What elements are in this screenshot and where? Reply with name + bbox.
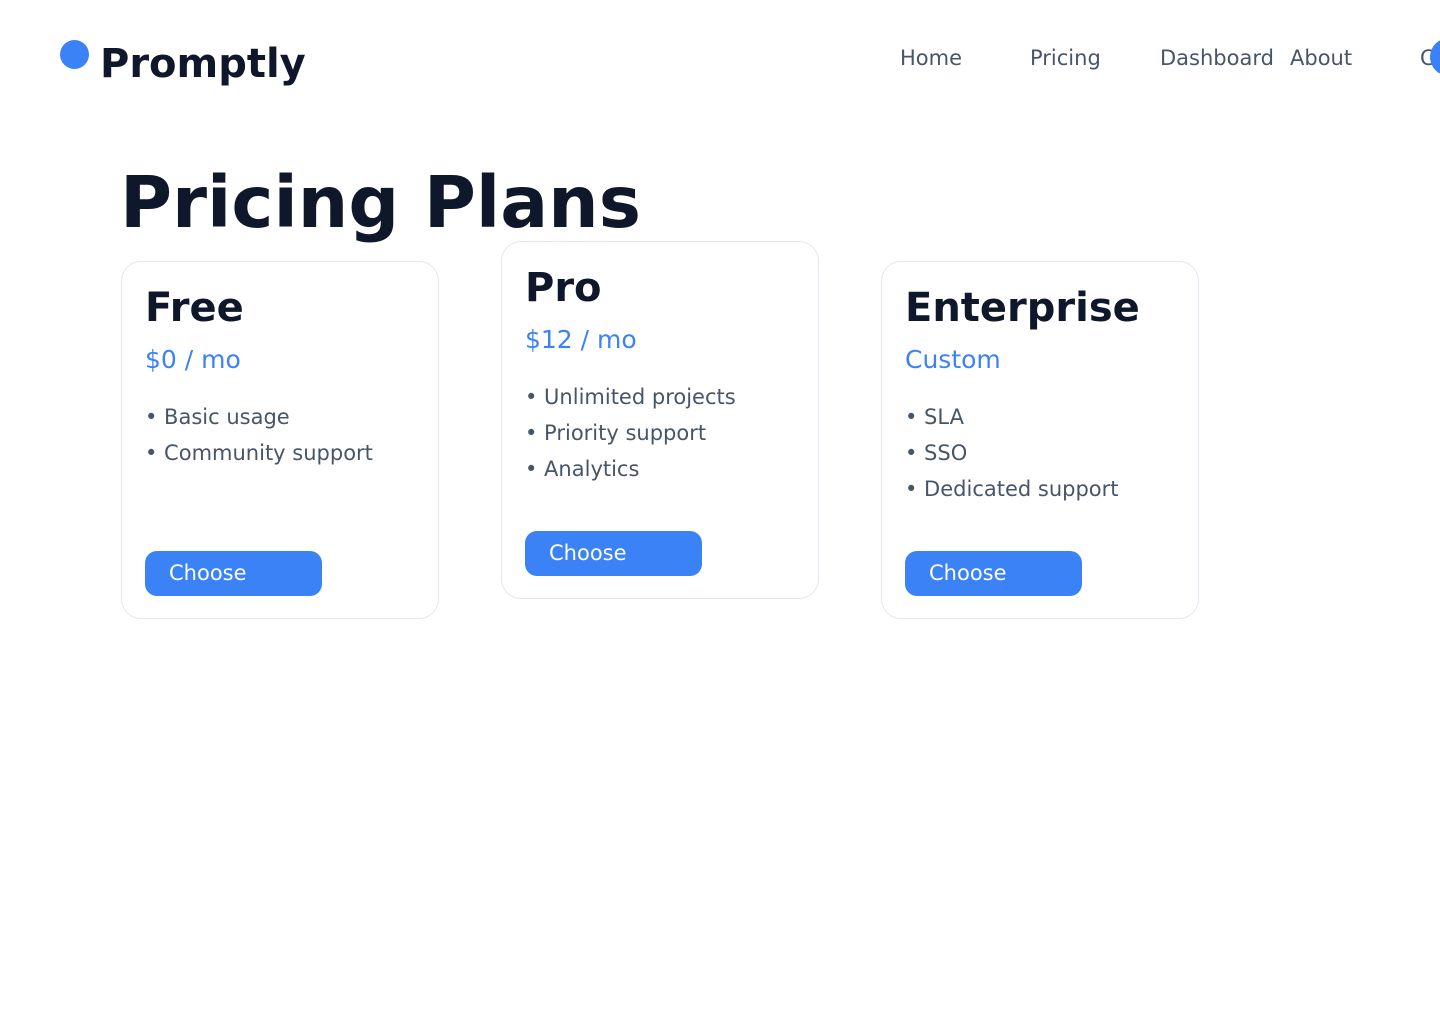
feature-item: • SSO — [905, 441, 968, 465]
plan-card-pro: Pro $12 / mo • Unlimited projects • Prio… — [501, 241, 819, 599]
nav-link-dashboard[interactable]: Dashboard — [1160, 44, 1274, 72]
plan-card-enterprise: Enterprise Custom • SLA • SSO • Dedicate… — [881, 261, 1199, 619]
feature-item: • SLA — [905, 405, 964, 429]
feature-item: • Dedicated support — [905, 477, 1119, 501]
plan-price: $12 / mo — [525, 325, 637, 354]
plan-card-free: Free $0 / mo • Basic usage • Community s… — [121, 261, 439, 619]
feature-list: • SLA • SSO • Dedicated support — [905, 399, 1119, 507]
feature-item: • Community support — [145, 441, 373, 465]
nav-link-home[interactable]: Home — [900, 44, 962, 72]
plan-price: $0 / mo — [145, 345, 241, 374]
choose-pro-button[interactable]: Choose — [525, 531, 702, 576]
plan-name: Enterprise — [905, 285, 1140, 331]
feature-list: • Unlimited projects • Priority support … — [525, 379, 736, 487]
choose-free-button[interactable]: Choose — [145, 551, 322, 596]
feature-item: • Analytics — [525, 457, 640, 481]
choose-enterprise-button[interactable]: Choose — [905, 551, 1082, 596]
nav-link-about[interactable]: About — [1290, 44, 1352, 72]
plan-name: Pro — [525, 265, 602, 311]
nav-link-pricing[interactable]: Pricing — [1030, 44, 1101, 72]
plan-price: Custom — [905, 345, 1001, 374]
circle-logo-icon[interactable] — [60, 40, 89, 69]
page-title: Pricing Plans — [120, 161, 641, 244]
feature-item: • Unlimited projects — [525, 385, 736, 409]
feature-item: • Basic usage — [145, 405, 290, 429]
brand-name[interactable]: Promptly — [100, 39, 306, 89]
plan-name: Free — [145, 285, 244, 331]
feature-list: • Basic usage • Community support — [145, 399, 373, 471]
feature-item: • Priority support — [525, 421, 707, 445]
